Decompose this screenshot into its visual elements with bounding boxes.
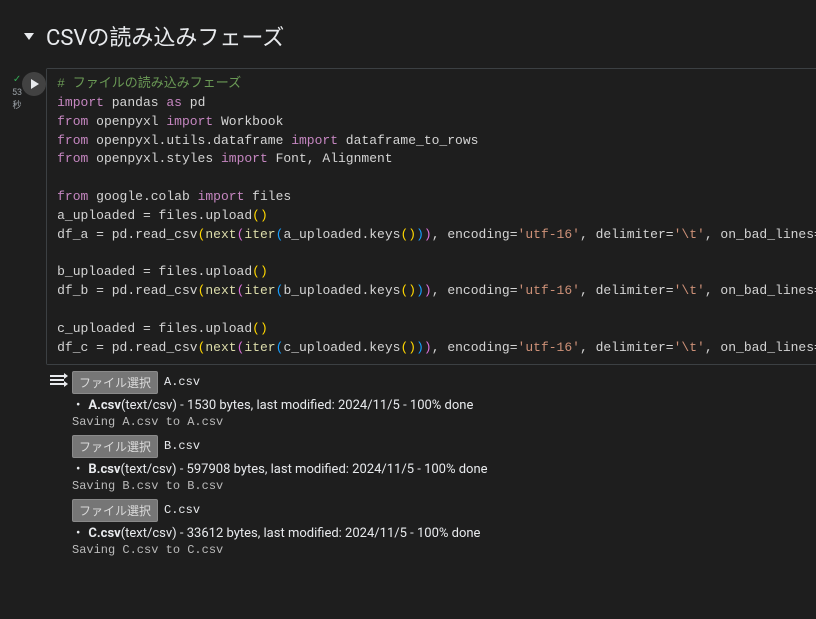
code-editor[interactable]: # ファイルの読み込みフェーズ import pandas as pd from… (46, 68, 816, 365)
run-column (22, 68, 46, 365)
chevron-down-icon (24, 33, 34, 40)
upload-status: C.csv(text/csv) - 33612 bytes, last modi… (88, 526, 480, 541)
saving-message: Saving B.csv to B.csv (72, 479, 816, 493)
output-toolbar (12, 371, 72, 563)
execution-gutter: ✓ 53 秒 (12, 68, 22, 365)
file-choose-button[interactable]: ファイル選択 (72, 371, 158, 394)
chosen-file-name: C.csv (164, 503, 200, 517)
code-comment: # ファイルの読み込みフェーズ (57, 76, 241, 91)
run-cell-button[interactable] (22, 72, 46, 96)
output-body: ファイル選択 A.csv • A.csv(text/csv) - 1530 by… (72, 371, 816, 563)
execution-time-unit: 秒 (13, 102, 22, 111)
execution-time-value: 53 (12, 89, 22, 98)
output-area: ファイル選択 A.csv • A.csv(text/csv) - 1530 by… (12, 371, 816, 563)
file-choose-button[interactable]: ファイル選択 (72, 435, 158, 458)
upload-status: A.csv(text/csv) - 1530 bytes, last modif… (88, 398, 473, 413)
bullet-icon: • (76, 462, 80, 477)
check-icon: ✓ (13, 74, 21, 85)
section-header[interactable]: CSVの読み込みフェーズ (0, 0, 816, 68)
bullet-icon: • (76, 398, 80, 413)
code-cell: ✓ 53 秒 # ファイルの読み込みフェーズ import pandas as … (12, 68, 816, 365)
saving-message: Saving A.csv to A.csv (72, 415, 816, 429)
saving-message: Saving C.csv to C.csv (72, 543, 816, 557)
play-icon (31, 79, 39, 89)
section-title: CSVの読み込みフェーズ (46, 20, 284, 52)
output-mirror-icon[interactable] (50, 375, 64, 563)
upload-status: B.csv(text/csv) - 597908 bytes, last mod… (88, 462, 487, 477)
bullet-icon: • (76, 526, 80, 541)
chosen-file-name: B.csv (164, 439, 200, 453)
file-choose-button[interactable]: ファイル選択 (72, 499, 158, 522)
chosen-file-name: A.csv (164, 375, 200, 389)
